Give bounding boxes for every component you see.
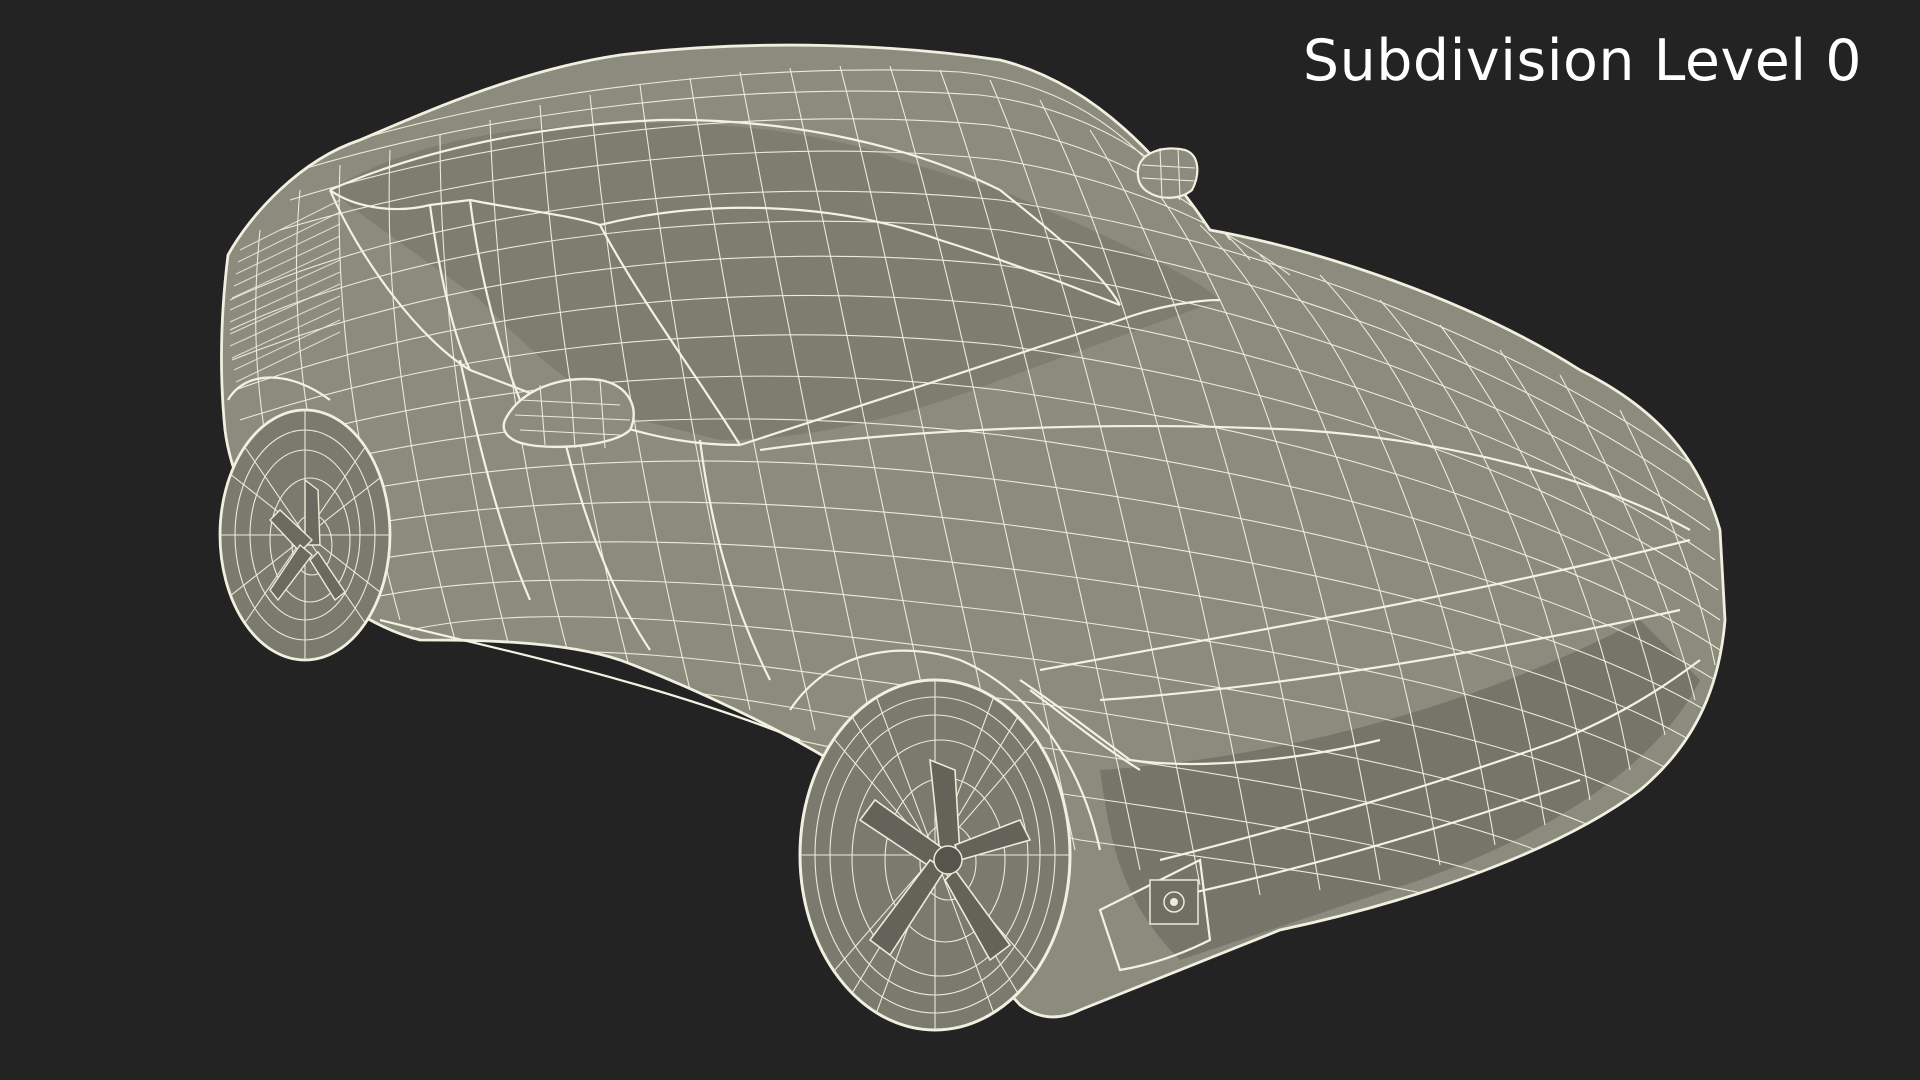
subdivision-level-label: Subdivision Level 0 <box>1302 28 1862 94</box>
render-viewport: Subdivision Level 0 <box>0 0 1920 1080</box>
car-wireframe-model <box>218 43 1727 1032</box>
right-side-mirror <box>1136 147 1199 199</box>
fog-lamp <box>1149 879 1199 925</box>
rear-wheel <box>218 408 392 662</box>
front-wheel <box>798 678 1072 1032</box>
